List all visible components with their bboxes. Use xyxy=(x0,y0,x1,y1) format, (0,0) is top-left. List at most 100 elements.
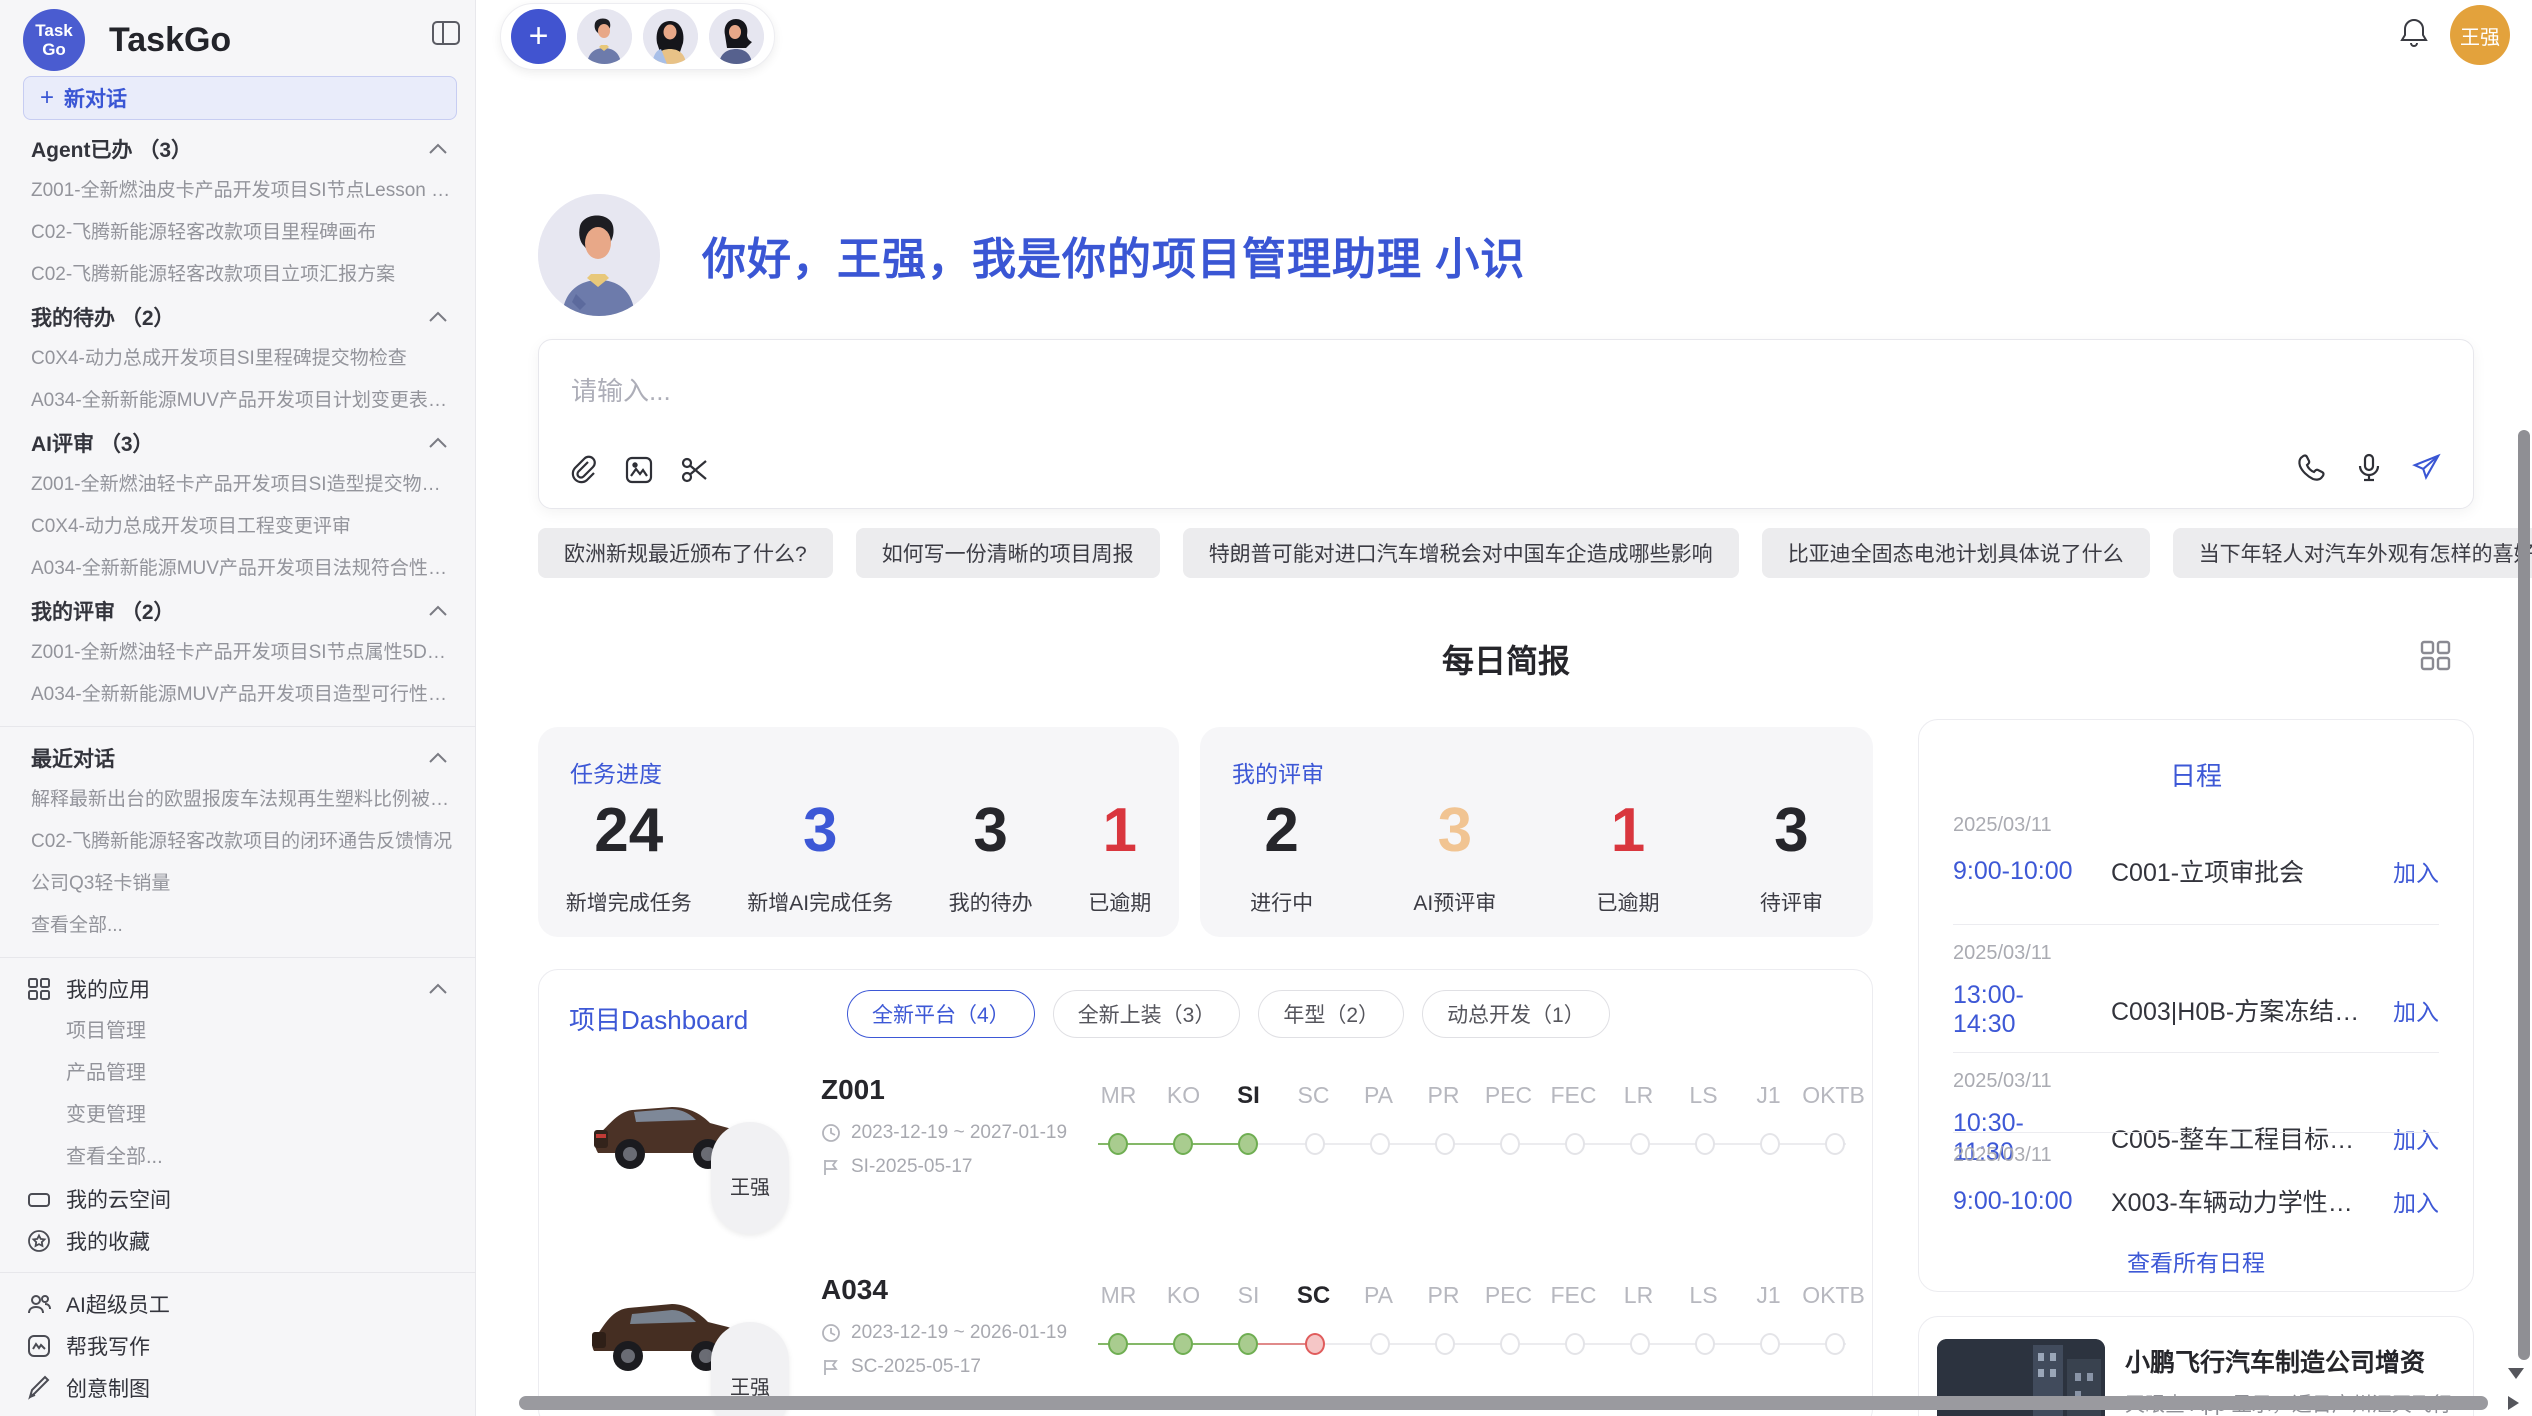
project-flag-milestone: SC-2025-05-17 xyxy=(821,1356,981,1378)
stat-in-progress: 2进行中 xyxy=(1250,789,1313,917)
tab-new-platform[interactable]: 全新平台（4） xyxy=(847,990,1035,1038)
divider xyxy=(0,726,476,727)
schedule-title: 日程 xyxy=(1919,756,2473,793)
ai-employee-label: AI超级员工 xyxy=(66,1289,170,1319)
image-icon[interactable] xyxy=(623,454,655,486)
view-all-schedule-link[interactable]: 查看所有日程 xyxy=(1919,1244,2473,1278)
sidebar-task-item[interactable]: A034-全新新能源MUV产品开发项目计划变更表编写 xyxy=(0,380,476,422)
new-chat-button[interactable]: + 新对话 xyxy=(23,76,457,120)
sidebar-task-item[interactable]: Z001-全新燃油轻卡产品开发项目SI造型提交物评审 xyxy=(0,464,476,506)
recent-chat-item[interactable]: 解释最新出台的欧盟报废车法规再生塑料比例被调至15%... xyxy=(0,779,476,821)
vertical-scrollbar[interactable] xyxy=(2518,430,2530,1360)
sidebar-item-ai-employee[interactable]: AI超级员工 xyxy=(0,1283,476,1325)
project-row-a034[interactable]: 王强 A034 2023-12-19 ~ 2026-01-19 SC-2025-… xyxy=(539,1260,1873,1416)
mic-icon[interactable] xyxy=(2353,452,2385,484)
milestone-dot-done xyxy=(1173,1133,1193,1155)
taskgo-logo: Task Go xyxy=(23,9,85,71)
suggestion-chip[interactable]: 特朗普可能对进口汽车增税会对中国车企造成哪些影响 xyxy=(1183,528,1739,578)
milestone-dot-done xyxy=(1108,1133,1128,1155)
sidebar-list: Agent已办 （3） Z001-全新燃油皮卡产品开发项目SI节点Lesson … xyxy=(0,128,476,1409)
divider xyxy=(1953,924,2439,925)
layout-switch-icon[interactable] xyxy=(2418,638,2452,672)
sidebar-item-favorites[interactable]: 我的收藏 xyxy=(0,1220,476,1262)
project-code: Z001 xyxy=(821,1074,885,1106)
divider xyxy=(1953,1132,2439,1133)
section-ai-review[interactable]: AI评审 （3） xyxy=(0,422,476,464)
add-agent-button[interactable]: + xyxy=(511,9,566,64)
schedule-time: 9:00-10:00 xyxy=(1953,1187,2081,1216)
milestone-dot xyxy=(1760,1133,1780,1155)
sidebar-item-my-apps[interactable]: 我的应用 xyxy=(0,968,476,1010)
app-item-change-mgmt[interactable]: 变更管理 xyxy=(0,1094,476,1136)
section-agent-done[interactable]: Agent已办 （3） xyxy=(0,128,476,170)
sidebar-task-item[interactable]: A034-全新新能源MUV产品开发项目法规符合性评审 xyxy=(0,548,476,590)
scroll-right-arrow[interactable] xyxy=(2508,1396,2519,1410)
milestone-dot xyxy=(1630,1333,1650,1355)
project-row-z001[interactable]: 王强 Z001 2023-12-19 ~ 2027-01-19 SI-2025-… xyxy=(539,1060,1873,1260)
join-link[interactable]: 加入 xyxy=(2377,993,2439,1027)
milestone-dot xyxy=(1435,1333,1455,1355)
plus-icon: + xyxy=(40,84,54,112)
sidebar-task-item[interactable]: A034-全新新能源MUV产品开发项目造型可行性评审 xyxy=(0,674,476,716)
scroll-down-arrow[interactable] xyxy=(2508,1368,2524,1379)
suggestion-chip[interactable]: 比亚迪全固态电池计划具体说了什么 xyxy=(1762,528,2150,578)
section-title: 最近对话 xyxy=(31,743,115,773)
section-my-todo[interactable]: 我的待办 （2） xyxy=(0,296,476,338)
sidebar-item-help-write[interactable]: 帮我写作 xyxy=(0,1325,476,1367)
tab-powertrain[interactable]: 动总开发（1） xyxy=(1422,990,1610,1038)
suggestion-chip[interactable]: 欧洲新规最近颁布了什么? xyxy=(538,528,833,578)
app-screen: Task Go TaskGo + 新对话 Agent已办 （3） Z001-全新… xyxy=(0,0,2532,1416)
pen-icon xyxy=(26,1375,52,1401)
sidebar-task-item[interactable]: C0X4-动力总成开发项目工程变更评审 xyxy=(0,506,476,548)
card-title: 任务进度 xyxy=(570,755,662,789)
paperclip-icon[interactable] xyxy=(567,454,599,486)
milestone-dot-done xyxy=(1173,1333,1193,1355)
send-icon[interactable] xyxy=(2411,452,2443,484)
chevron-up-icon xyxy=(428,605,448,617)
sidebar-task-item[interactable]: Z001-全新燃油皮卡产品开发项目SI节点Lesson Learn报告 xyxy=(0,170,476,212)
sidebar-item-cloud-space[interactable]: 我的云空间 xyxy=(0,1178,476,1220)
schedule-item: 2025/03/11 13:00-14:30 C003|H0B-方案冻结评审 加… xyxy=(1953,942,2439,1046)
input-right-icons xyxy=(2295,452,2443,484)
recent-chat-item[interactable]: C02-飞腾新能源轻客改款项目的闭环通告反馈情况 xyxy=(0,821,476,863)
phone-icon[interactable] xyxy=(2295,452,2327,484)
sidebar-task-item[interactable]: C02-飞腾新能源轻客改款项目立项汇报方案 xyxy=(0,254,476,296)
sidebar-task-item[interactable]: C0X4-动力总成开发项目SI里程碑提交物检查 xyxy=(0,338,476,380)
recent-chat-item[interactable]: 公司Q3轻卡销量 xyxy=(0,863,476,905)
chat-input[interactable] xyxy=(571,376,2071,407)
apps-view-all[interactable]: 查看全部... xyxy=(0,1136,476,1178)
stat-overdue: 1已逾期 xyxy=(1597,789,1660,917)
notification-bell-icon[interactable] xyxy=(2398,16,2430,50)
scissors-icon[interactable] xyxy=(679,454,711,486)
horizontal-scrollbar[interactable] xyxy=(519,1396,2488,1410)
tab-model-year[interactable]: 年型（2） xyxy=(1258,990,1404,1038)
sidebar-item-creative-draw[interactable]: 创意制图 xyxy=(0,1367,476,1409)
sidebar-task-item[interactable]: Z001-全新燃油轻卡产品开发项目SI节点属性5D文件评审 xyxy=(0,632,476,674)
dashboard-tabs: 全新平台（4） 全新上装（3） 年型（2） 动总开发（1） xyxy=(847,990,1610,1038)
logo-text-top: Task xyxy=(35,21,73,40)
milestone-dot xyxy=(1370,1333,1390,1355)
divider xyxy=(0,1272,476,1273)
sidebar-collapse-icon[interactable] xyxy=(429,16,463,50)
suggestion-chip[interactable]: 如何写一份清晰的项目周报 xyxy=(856,528,1160,578)
recent-view-all[interactable]: 查看全部... xyxy=(0,905,476,947)
write-icon xyxy=(26,1333,52,1359)
tab-new-body[interactable]: 全新上装（3） xyxy=(1053,990,1241,1038)
schedule-date: 2025/03/11 xyxy=(1953,1144,2439,1167)
section-recent-chats[interactable]: 最近对话 xyxy=(0,737,476,779)
suggestion-chip[interactable]: 当下年轻人对汽车外观有怎样的喜好趋势 xyxy=(2173,528,2532,578)
agent-avatar[interactable] xyxy=(709,9,764,64)
section-my-review[interactable]: 我的评审 （2） xyxy=(0,590,476,632)
section-count: （2） xyxy=(121,596,175,626)
clock-icon xyxy=(821,1123,841,1143)
agent-avatar[interactable] xyxy=(643,9,698,64)
stat-my-todo: 3我的待办 xyxy=(949,789,1033,917)
app-item-product-mgmt[interactable]: 产品管理 xyxy=(0,1052,476,1094)
user-avatar[interactable]: 王强 xyxy=(2450,5,2510,65)
chat-input-box xyxy=(538,339,2474,509)
app-item-project-mgmt[interactable]: 项目管理 xyxy=(0,1010,476,1052)
agent-avatar[interactable] xyxy=(577,9,632,64)
join-link[interactable]: 加入 xyxy=(2377,854,2439,888)
sidebar-task-item[interactable]: C02-飞腾新能源轻客改款项目里程碑画布 xyxy=(0,212,476,254)
join-link[interactable]: 加入 xyxy=(2377,1184,2439,1218)
